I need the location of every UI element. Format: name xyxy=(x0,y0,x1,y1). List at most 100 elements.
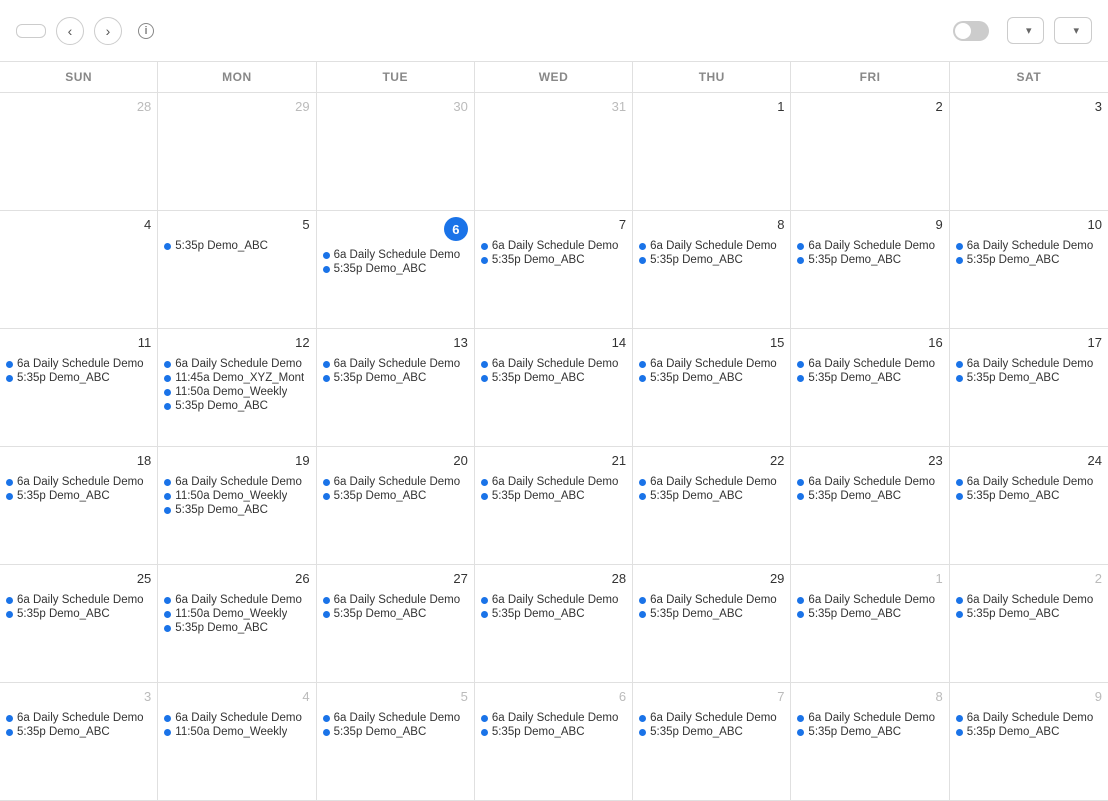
calendar-event[interactable]: 6a Daily Schedule Demo xyxy=(797,240,942,252)
calendar-event[interactable]: 6a Daily Schedule Demo xyxy=(956,594,1102,606)
calendar-event[interactable]: 5:35p Demo_ABC xyxy=(164,504,309,516)
event-dot xyxy=(323,597,330,604)
event-label: 6a Daily Schedule Demo xyxy=(650,594,777,606)
calendar-event[interactable]: 6a Daily Schedule Demo xyxy=(639,594,784,606)
calendar-event[interactable]: 5:35p Demo_ABC xyxy=(481,254,626,266)
calendar-event[interactable]: 5:35p Demo_ABC xyxy=(323,263,468,275)
calendar-event[interactable]: 11:50a Demo_Weekly xyxy=(164,726,309,738)
calendar-event[interactable]: 5:35p Demo_ABC xyxy=(6,490,151,502)
calendar-event[interactable]: 6a Daily Schedule Demo xyxy=(481,240,626,252)
calendar-event[interactable]: 5:35p Demo_ABC xyxy=(481,490,626,502)
pause-toggle[interactable] xyxy=(953,21,989,41)
calendar-event[interactable]: 6a Daily Schedule Demo xyxy=(797,476,942,488)
calendar-event[interactable]: 6a Daily Schedule Demo xyxy=(956,358,1102,370)
calendar-event[interactable]: 6a Daily Schedule Demo xyxy=(6,712,151,724)
event-label: 6a Daily Schedule Demo xyxy=(492,358,619,370)
calendar-event[interactable]: 11:50a Demo_Weekly xyxy=(164,490,309,502)
team-schedule-dropdown[interactable]: ▾ xyxy=(1007,17,1045,44)
event-dot xyxy=(164,375,171,382)
calendar-event[interactable]: 6a Daily Schedule Demo xyxy=(323,358,468,370)
calendar-event[interactable]: 5:35p Demo_ABC xyxy=(639,372,784,384)
calendar-event[interactable]: 6a Daily Schedule Demo xyxy=(797,358,942,370)
calendar-event[interactable]: 6a Daily Schedule Demo xyxy=(956,240,1102,252)
calendar-event[interactable]: 6a Daily Schedule Demo xyxy=(164,712,309,724)
calendar-event[interactable]: 5:35p Demo_ABC xyxy=(323,608,468,620)
next-button[interactable]: › xyxy=(94,17,122,45)
calendar-event[interactable]: 6a Daily Schedule Demo xyxy=(639,476,784,488)
calendar-event[interactable]: 6a Daily Schedule Demo xyxy=(639,712,784,724)
calendar-event[interactable]: 6a Daily Schedule Demo xyxy=(164,476,309,488)
calendar-event[interactable]: 5:35p Demo_ABC xyxy=(481,372,626,384)
calendar-event[interactable]: 5:35p Demo_ABC xyxy=(956,608,1102,620)
calendar-event[interactable]: 5:35p Demo_ABC xyxy=(956,726,1102,738)
event-dot xyxy=(6,729,13,736)
cell-date: 8 xyxy=(777,217,784,232)
calendar-event[interactable]: 6a Daily Schedule Demo xyxy=(323,476,468,488)
calendar-event[interactable]: 5:35p Demo_ABC xyxy=(6,372,151,384)
calendar-event[interactable]: 5:35p Demo_ABC xyxy=(164,400,309,412)
today-button[interactable] xyxy=(16,24,46,38)
calendar-event[interactable]: 5:35p Demo_ABC xyxy=(797,254,942,266)
calendar-cell: 86a Daily Schedule Demo5:35p Demo_ABC xyxy=(791,683,949,801)
info-icon[interactable]: i xyxy=(138,23,154,39)
calendar-event[interactable]: 6a Daily Schedule Demo xyxy=(639,240,784,252)
calendar-event[interactable]: 5:35p Demo_ABC xyxy=(323,726,468,738)
calendar-event[interactable]: 6a Daily Schedule Demo xyxy=(481,358,626,370)
calendar-event[interactable]: 5:35p Demo_ABC xyxy=(956,490,1102,502)
event-label: 6a Daily Schedule Demo xyxy=(808,594,935,606)
cell-date: 23 xyxy=(928,453,942,468)
calendar-event[interactable]: 6a Daily Schedule Demo xyxy=(6,358,151,370)
calendar-event[interactable]: 5:35p Demo_ABC xyxy=(6,608,151,620)
event-label: 6a Daily Schedule Demo xyxy=(334,358,461,370)
calendar-event[interactable]: 5:35p Demo_ABC xyxy=(323,372,468,384)
calendar-event[interactable]: 6a Daily Schedule Demo xyxy=(639,358,784,370)
calendar-event[interactable]: 5:35p Demo_ABC xyxy=(639,608,784,620)
event-label: 5:35p Demo_ABC xyxy=(175,240,268,252)
calendar-event[interactable]: 11:45a Demo_XYZ_Mont xyxy=(164,372,309,384)
calendar-event[interactable]: 5:35p Demo_ABC xyxy=(797,726,942,738)
calendar-cell: 20 6a Daily Schedule Demo 5:35p Demo_ABC xyxy=(317,447,475,565)
calendar-event[interactable]: 6a Daily Schedule Demo xyxy=(956,476,1102,488)
calendar-event[interactable]: 5:35p Demo_ABC xyxy=(323,490,468,502)
event-dot xyxy=(6,479,13,486)
calendar-event[interactable]: 6a Daily Schedule Demo xyxy=(6,476,151,488)
calendar-event[interactable]: 6a Daily Schedule Demo xyxy=(6,594,151,606)
calendar-event[interactable]: 5:35p Demo_ABC xyxy=(481,726,626,738)
event-label: 6a Daily Schedule Demo xyxy=(650,712,777,724)
calendar-event[interactable]: 11:50a Demo_Weekly xyxy=(164,386,309,398)
calendar-event[interactable]: 5:35p Demo_ABC xyxy=(481,608,626,620)
calendar-event[interactable]: 5:35p Demo_ABC xyxy=(639,254,784,266)
cell-date: 20 xyxy=(453,453,467,468)
calendar-cell: 55:35p Demo_ABC xyxy=(158,211,316,329)
event-dot xyxy=(481,375,488,382)
calendar-event[interactable]: 5:35p Demo_ABC xyxy=(956,254,1102,266)
calendar-event[interactable]: 5:35p Demo_ABC xyxy=(797,490,942,502)
calendar-event[interactable]: 6a Daily Schedule Demo xyxy=(481,594,626,606)
calendar-event[interactable]: 11:50a Demo_Weekly xyxy=(164,608,309,620)
calendar-event[interactable]: 5:35p Demo_ABC xyxy=(639,726,784,738)
calendar-event[interactable]: 6a Daily Schedule Demo xyxy=(323,712,468,724)
calendar-event[interactable]: 5:35p Demo_ABC xyxy=(956,372,1102,384)
event-label: 6a Daily Schedule Demo xyxy=(334,249,461,261)
calendar-event[interactable]: 5:35p Demo_ABC xyxy=(797,608,942,620)
calendar-event[interactable]: 5:35p Demo_ABC xyxy=(6,726,151,738)
cell-date: 18 xyxy=(137,453,151,468)
calendar-event[interactable]: 5:35p Demo_ABC xyxy=(164,622,309,634)
calendar-event[interactable]: 6a Daily Schedule Demo xyxy=(323,249,468,261)
calendar-event[interactable]: 5:35p Demo_ABC xyxy=(797,372,942,384)
calendar-event[interactable]: 5:35p Demo_ABC xyxy=(164,240,309,252)
calendar-event[interactable]: 6a Daily Schedule Demo xyxy=(481,476,626,488)
calendar-event[interactable]: 6a Daily Schedule Demo xyxy=(164,358,309,370)
event-dot xyxy=(481,493,488,500)
cell-date: 3 xyxy=(144,689,151,704)
prev-button[interactable]: ‹ xyxy=(56,17,84,45)
calendar-cell: 2 xyxy=(791,93,949,211)
calendar-event[interactable]: 6a Daily Schedule Demo xyxy=(481,712,626,724)
month-dropdown[interactable]: ▾ xyxy=(1054,17,1092,44)
calendar-event[interactable]: 6a Daily Schedule Demo xyxy=(797,712,942,724)
calendar-event[interactable]: 6a Daily Schedule Demo xyxy=(164,594,309,606)
calendar-event[interactable]: 6a Daily Schedule Demo xyxy=(323,594,468,606)
calendar-event[interactable]: 5:35p Demo_ABC xyxy=(639,490,784,502)
calendar-event[interactable]: 6a Daily Schedule Demo xyxy=(956,712,1102,724)
calendar-event[interactable]: 6a Daily Schedule Demo xyxy=(797,594,942,606)
